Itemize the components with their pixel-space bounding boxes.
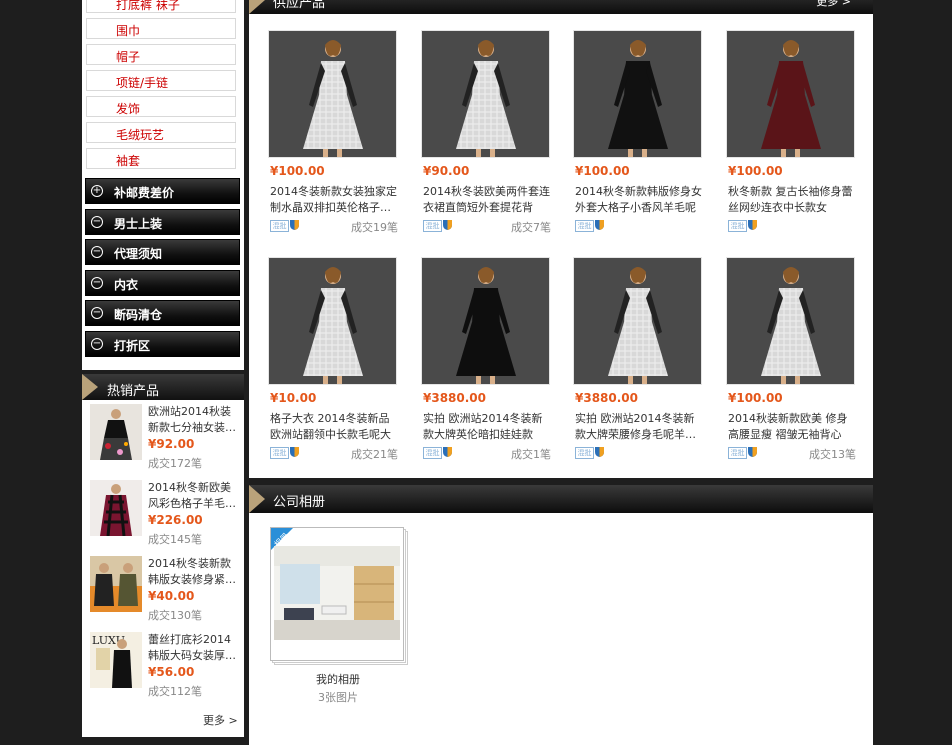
subcategory-item[interactable]: 围巾: [86, 18, 236, 39]
category-bar[interactable]: − 打折区: [85, 331, 240, 357]
product-price: ¥3880.00: [423, 391, 487, 405]
minus-icon: −: [91, 277, 103, 289]
product-price: ¥100.00: [575, 164, 630, 178]
hot-product-item[interactable]: LUXU 蕾丝打底衫2014韩版大码女装厚… ¥56.00 成交112笔: [90, 632, 240, 702]
products-header: 供应产品 更多 >: [249, 0, 873, 14]
hot-product-thumbnail[interactable]: [90, 404, 142, 460]
wholesale-badge[interactable]: 混批: [575, 220, 594, 232]
wholesale-badge[interactable]: 混批: [575, 447, 594, 459]
product-name[interactable]: 实拍 欧洲站2014冬装新款大牌荣腰修身毛呢羊…: [575, 411, 702, 443]
product-name[interactable]: 格子大衣 2014冬装新品欧洲站翻领中长款毛呢大衣: [270, 411, 397, 443]
shield-icon: [443, 220, 452, 230]
minus-icon: −: [91, 216, 103, 228]
album-photo: [274, 546, 400, 640]
minus-icon: −: [91, 307, 103, 319]
wholesale-badge[interactable]: 混批: [728, 447, 747, 459]
category-bar[interactable]: − 断码清仓: [85, 300, 240, 326]
product-card[interactable]: ¥10.00 格子大衣 2014冬装新品欧洲站翻领中长款毛呢大衣混批 成交21笔: [268, 257, 408, 467]
wholesale-badge[interactable]: 混批: [728, 220, 747, 232]
product-price: ¥10.00: [270, 391, 317, 405]
section-arrow-icon: [82, 374, 98, 400]
product-price: ¥100.00: [728, 164, 783, 178]
product-image[interactable]: [573, 30, 702, 158]
product-sold-count: 成交7笔: [511, 221, 551, 234]
subcategory-item[interactable]: 帽子: [86, 44, 236, 65]
product-image[interactable]: [573, 257, 702, 385]
product-name[interactable]: 秋冬新款 复古长袖修身蕾丝网纱连衣中长款女: [728, 184, 855, 216]
product-price: ¥100.00: [270, 164, 325, 178]
category-bar[interactable]: − 代理须知: [85, 239, 240, 265]
shield-icon: [290, 447, 299, 457]
product-image[interactable]: [268, 30, 397, 158]
subcategory-item[interactable]: 打底裤 袜子: [86, 0, 236, 13]
wholesale-badge[interactable]: 混批: [270, 220, 289, 232]
product-card[interactable]: ¥100.00 2014秋冬新款韩版修身女外套大格子小香风羊毛呢大衣混批: [573, 30, 713, 240]
subcategory-item[interactable]: 袖套: [86, 148, 236, 169]
hot-product-item[interactable]: 2014秋冬装新款韩版女装修身紧… ¥40.00 成交130笔: [90, 556, 240, 626]
product-image[interactable]: [726, 257, 855, 385]
product-card[interactable]: ¥100.00 2014秋装新款欧美 修身高腰显瘦 褶皱无袖背心连… 混批 成交13笔: [726, 257, 866, 467]
product-sold-count: 成交1笔: [511, 448, 551, 461]
hot-product-thumbnail[interactable]: [90, 480, 142, 536]
category-bar[interactable]: − 男士上装: [85, 209, 240, 235]
product-price: ¥3880.00: [575, 391, 639, 405]
shield-icon: [595, 220, 604, 230]
hot-products-panel: 热销产品 欧洲站2014秋装新款七分袖女装… ¥92.00 成交172笔 201…: [82, 374, 244, 737]
product-name[interactable]: 2014秋冬新款韩版修身女外套大格子小香风羊毛呢大衣: [575, 184, 702, 216]
subcategory-item[interactable]: 项链/手链: [86, 70, 236, 91]
product-card[interactable]: ¥90.00 2014秋冬装欧美两件套连衣裙直筒短外套提花背心… 混批 成交7笔: [421, 30, 561, 240]
album-card[interactable]: 相册: [270, 527, 410, 672]
shield-icon: [748, 220, 757, 230]
subcategory-item[interactable]: 发饰: [86, 96, 236, 117]
plus-icon: +: [91, 185, 103, 197]
subcategory-item[interactable]: 毛绒玩艺: [86, 122, 236, 143]
wholesale-badge[interactable]: 混批: [270, 447, 289, 459]
album-header: 公司相册: [249, 485, 873, 513]
album-photo-count: 3张图片: [318, 691, 358, 704]
product-name[interactable]: 实拍 欧洲站2014冬装新款大牌英伦暗扣娃娃款羊…: [423, 411, 550, 443]
section-arrow-icon: [249, 0, 265, 14]
product-image[interactable]: [268, 257, 397, 385]
product-card[interactable]: ¥3880.00 实拍 欧洲站2014冬装新款大牌荣腰修身毛呢羊… 混批: [573, 257, 713, 467]
product-card[interactable]: ¥100.00 秋冬新款 复古长袖修身蕾丝网纱连衣中长款女混批: [726, 30, 866, 240]
category-bar[interactable]: − 内衣: [85, 270, 240, 296]
album-name[interactable]: 我的相册: [270, 671, 406, 687]
hot-product-item[interactable]: 2014秋冬新欧美风彩色格子羊毛… ¥226.00 成交145笔: [90, 480, 240, 550]
section-arrow-icon: [249, 485, 265, 513]
product-name[interactable]: 2014秋冬装欧美两件套连衣裙直筒短外套提花背心…: [423, 184, 550, 216]
product-sold-count: 成交13笔: [809, 448, 856, 461]
hot-product-thumbnail[interactable]: LUXU: [90, 632, 142, 688]
wholesale-badge[interactable]: 混批: [423, 447, 442, 459]
product-price: ¥100.00: [728, 391, 783, 405]
category-bar[interactable]: + 补邮费差价: [85, 178, 240, 204]
hot-products-header: 热销产品: [82, 374, 244, 400]
album-cover[interactable]: 相册: [270, 527, 404, 661]
shield-icon: [595, 447, 604, 457]
shield-icon: [443, 447, 452, 457]
product-sold-count: 成交21笔: [351, 448, 398, 461]
product-card[interactable]: ¥100.00 2014冬装新款女装独家定制水晶双排扣英伦格子… 混批 成交19笔: [268, 30, 408, 240]
hot-product-item[interactable]: 欧洲站2014秋装新款七分袖女装… ¥92.00 成交172笔: [90, 404, 240, 474]
minus-icon: −: [91, 338, 103, 350]
subcategory-panel: 打底裤 袜子 围巾 帽子 项链/手链 发饰 毛绒玩艺 袖套 + 补邮费差价 − 男士…: [82, 0, 244, 370]
product-image[interactable]: [421, 30, 550, 158]
product-name[interactable]: 2014冬装新款女装独家定制水晶双排扣英伦格子…: [270, 184, 397, 216]
product-card[interactable]: ¥3880.00 实拍 欧洲站2014冬装新款大牌英伦暗扣娃娃款羊… 混批 成交1笔: [421, 257, 561, 467]
shield-icon: [748, 447, 757, 457]
product-price: ¥90.00: [423, 164, 470, 178]
wholesale-badge[interactable]: 混批: [423, 220, 442, 232]
product-image[interactable]: [421, 257, 550, 385]
minus-icon: −: [91, 246, 103, 258]
product-image[interactable]: [726, 30, 855, 158]
hot-product-thumbnail[interactable]: [90, 556, 142, 612]
hot-products-more-link[interactable]: 更多 >: [203, 712, 238, 728]
shield-icon: [290, 220, 299, 230]
product-sold-count: 成交19笔: [351, 221, 398, 234]
products-more-link[interactable]: 更多 >: [816, 0, 851, 9]
product-name[interactable]: 2014秋装新款欧美 修身高腰显瘦 褶皱无袖背心连…: [728, 411, 855, 443]
